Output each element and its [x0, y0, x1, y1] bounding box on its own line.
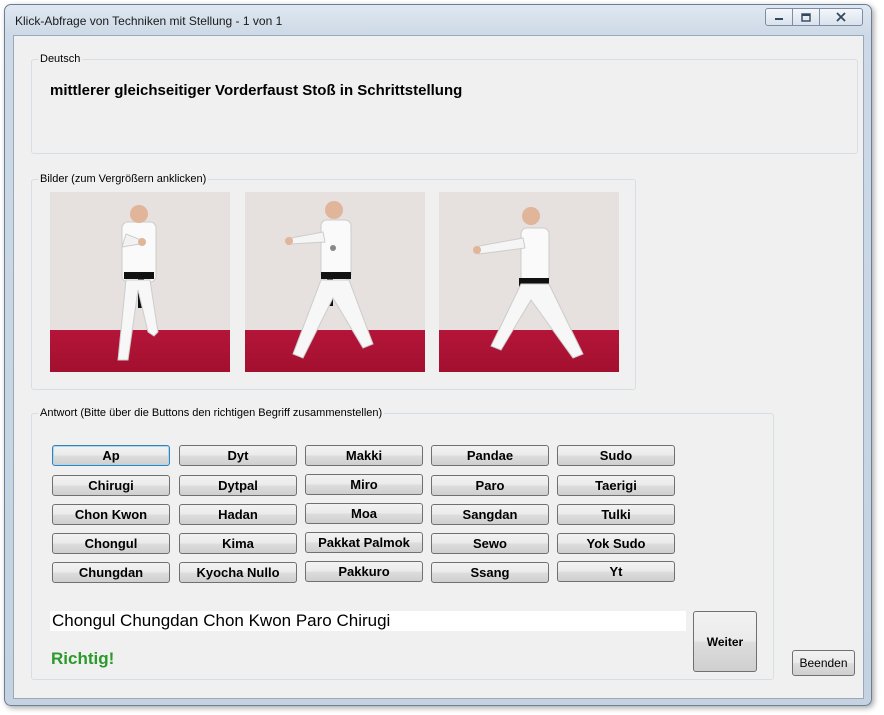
bilder-group: Bilder (zum Vergrößern anklicken) — [31, 173, 636, 390]
maximize-icon[interactable] — [792, 8, 820, 26]
word-button-moa[interactable]: Moa — [305, 503, 423, 524]
word-button-sewo[interactable]: Sewo — [431, 533, 549, 554]
answer-field[interactable]: Chongul Chungdan Chon Kwon Paro Chirugi — [50, 611, 686, 631]
word-button-pandae[interactable]: Pandae — [431, 445, 549, 466]
german-term: mittlerer gleichseitiger Vorderfaust Sto… — [50, 82, 463, 99]
word-button-tulki[interactable]: Tulki — [557, 504, 675, 525]
word-button-yt[interactable]: Yt — [557, 561, 675, 582]
word-button-dytpal[interactable]: Dytpal — [179, 475, 297, 496]
bilder-label: Bilder (zum Vergrößern anklicken) — [38, 173, 209, 185]
deutsch-group: Deutsch mittlerer gleichseitiger Vorderf… — [31, 53, 858, 154]
word-button-makki[interactable]: Makki — [305, 445, 423, 466]
word-button-yok-sudo[interactable]: Yok Sudo — [557, 533, 675, 554]
window-controls — [765, 8, 863, 26]
app-window: Klick-Abfrage von Techniken mit Stellung… — [4, 4, 872, 706]
minimize-icon[interactable] — [765, 8, 793, 26]
title-bar: Klick-Abfrage von Techniken mit Stellung… — [5, 5, 871, 35]
word-button-dyt[interactable]: Dyt — [179, 445, 297, 466]
weiter-button[interactable]: Weiter — [693, 611, 757, 672]
word-button-pakkat-palmok[interactable]: Pakkat Palmok — [305, 532, 423, 553]
antwort-group: Antwort (Bitte über die Buttons den rich… — [31, 407, 774, 680]
close-icon[interactable] — [819, 8, 863, 26]
result-text: Richtig! — [51, 649, 115, 668]
word-button-chon-kwon[interactable]: Chon Kwon — [52, 504, 170, 525]
beenden-button[interactable]: Beenden — [792, 650, 855, 676]
word-button-kyocha-nullo[interactable]: Kyocha Nullo — [179, 562, 297, 583]
word-button-sangdan[interactable]: Sangdan — [431, 504, 549, 525]
word-button-chungdan[interactable]: Chungdan — [52, 562, 170, 583]
photo-side-view[interactable] — [439, 192, 619, 372]
deutsch-label: Deutsch — [38, 53, 83, 65]
word-button-chirugi[interactable]: Chirugi — [52, 475, 170, 496]
word-button-sudo[interactable]: Sudo — [557, 445, 675, 466]
word-button-chongul[interactable]: Chongul — [52, 533, 170, 554]
word-button-paro[interactable]: Paro — [431, 475, 549, 496]
word-button-hadan[interactable]: Hadan — [179, 504, 297, 525]
word-button-kima[interactable]: Kima — [179, 533, 297, 554]
word-button-ssang[interactable]: Ssang — [431, 562, 549, 583]
photo-diagonal-view[interactable] — [245, 192, 425, 372]
word-button-pakkuro[interactable]: Pakkuro — [305, 561, 423, 582]
client-area: Deutsch mittlerer gleichseitiger Vorderf… — [13, 35, 864, 699]
photo-front-view[interactable] — [50, 192, 230, 372]
word-button-miro[interactable]: Miro — [305, 474, 423, 495]
word-button-taerigi[interactable]: Taerigi — [557, 475, 675, 496]
antwort-label: Antwort (Bitte über die Buttons den rich… — [38, 407, 385, 419]
word-button-ap[interactable]: Ap — [52, 445, 170, 466]
window-title: Klick-Abfrage von Techniken mit Stellung… — [15, 14, 283, 28]
